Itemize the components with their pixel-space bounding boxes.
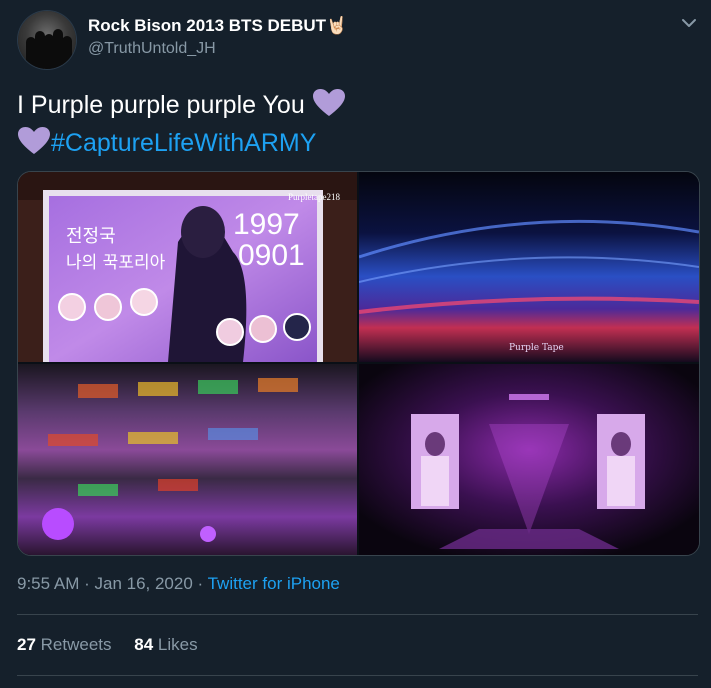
stadium-blue-photo: Purple Tape bbox=[359, 172, 699, 362]
display-name-text: Rock Bison 2013 BTS DEBUT bbox=[88, 16, 327, 35]
author-display-name[interactable]: Rock Bison 2013 BTS DEBUT🤘🏻 bbox=[88, 16, 347, 36]
billboard-korean-name: 전정국 bbox=[66, 226, 116, 247]
likes-stat[interactable]: 84 Likes bbox=[134, 635, 197, 655]
stadium-watermark: Purple Tape bbox=[509, 343, 564, 353]
retweets-count: 27 bbox=[17, 635, 36, 654]
likes-count: 84 bbox=[134, 635, 154, 654]
author-handle[interactable]: @TruthUntold_JH bbox=[88, 40, 216, 58]
stadium-rainbow-photo bbox=[18, 364, 357, 555]
billboard-watermark: Purpletape218 bbox=[288, 192, 340, 202]
engagement-stats: 27 Retweets 84 Likes bbox=[17, 635, 216, 655]
billboard-date: 0901 bbox=[238, 239, 305, 272]
purple-heart-icon bbox=[18, 127, 50, 154]
retweets-label: Retweets bbox=[40, 635, 112, 654]
retweets-stat[interactable]: 27 Retweets bbox=[17, 635, 112, 655]
chevron-down-icon[interactable] bbox=[679, 13, 699, 33]
tweet-text-line: I Purple purple purple You bbox=[17, 91, 305, 119]
media-image-stage[interactable] bbox=[359, 364, 699, 555]
rock-hand-icon: 🤘🏻 bbox=[326, 16, 348, 35]
hashtag-link[interactable]: #CaptureLifeWithARMY bbox=[51, 129, 316, 157]
billboard-korean-subtitle: 나의 꾹포리아 bbox=[66, 253, 166, 273]
meta-separator: · bbox=[79, 574, 95, 593]
stage-photo bbox=[359, 364, 699, 555]
tweet-text: I Purple purple purple You #CaptureLifeW… bbox=[17, 86, 697, 162]
media-image-stadium-rainbow[interactable] bbox=[18, 364, 357, 555]
avatar[interactable] bbox=[18, 11, 76, 69]
divider bbox=[17, 675, 698, 676]
media-image-billboard[interactable]: Purpletape218 전정국 나의 꾹포리아 1997 0901 bbox=[18, 172, 357, 362]
billboard-photo: Purpletape218 전정국 나의 꾹포리아 1997 0901 bbox=[18, 172, 357, 362]
tweet-date[interactable]: Jan 16, 2020 bbox=[94, 574, 192, 593]
billboard-year: 1997 bbox=[233, 208, 300, 241]
media-image-stadium-blue[interactable]: Purple Tape bbox=[359, 172, 699, 362]
tweet-time[interactable]: 9:55 AM bbox=[17, 574, 79, 593]
divider bbox=[17, 614, 698, 615]
tweet-source-link[interactable]: Twitter for iPhone bbox=[208, 574, 340, 593]
likes-label: Likes bbox=[157, 635, 198, 654]
tweet-meta: 9:55 AM · Jan 16, 2020 · Twitter for iPh… bbox=[17, 574, 340, 594]
meta-separator: · bbox=[192, 574, 208, 593]
media-grid: Purpletape218 전정국 나의 꾹포리아 1997 0901 Purp… bbox=[17, 171, 700, 556]
purple-heart-icon bbox=[312, 89, 345, 116]
